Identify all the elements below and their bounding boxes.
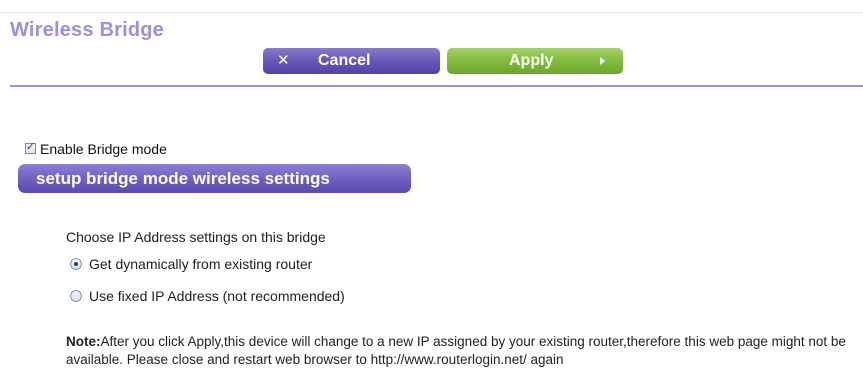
header-divider xyxy=(10,85,863,87)
apply-button-label: Apply xyxy=(509,52,554,69)
cancel-button-label: Cancel xyxy=(318,52,371,69)
radio-label-use-fixed-ip: Use fixed IP Address (not recommended) xyxy=(89,288,345,304)
ip-settings-heading: Choose IP Address settings on this bridg… xyxy=(66,229,326,245)
close-icon: ✕ xyxy=(277,52,290,69)
note-prefix: Note: xyxy=(66,334,101,349)
enable-bridge-mode-label: Enable Bridge mode xyxy=(40,141,167,157)
setup-bridge-wireless-settings-button[interactable]: setup bridge mode wireless settings xyxy=(18,164,411,193)
note-text: After you click Apply,this device will c… xyxy=(66,334,846,367)
radio-label-get-dynamically: Get dynamically from existing router xyxy=(89,256,313,272)
radio-get-dynamically[interactable] xyxy=(70,258,82,270)
checkmark-icon: ✓ xyxy=(26,141,36,153)
page-title: Wireless Bridge xyxy=(10,19,164,41)
enable-bridge-mode-checkbox[interactable]: ✓ xyxy=(25,141,36,154)
apply-button[interactable]: Apply xyxy=(447,48,623,74)
arrow-right-icon xyxy=(600,57,605,65)
top-divider xyxy=(0,12,863,13)
apply-note: Note:After you click Apply,this device w… xyxy=(66,333,861,369)
radio-selected-dot xyxy=(74,262,78,266)
wireless-bridge-page: Wireless Bridge ✕ Cancel Apply ✓ Enable … xyxy=(0,0,863,385)
radio-use-fixed-ip[interactable] xyxy=(70,290,82,302)
cancel-button[interactable]: ✕ Cancel xyxy=(263,48,440,74)
